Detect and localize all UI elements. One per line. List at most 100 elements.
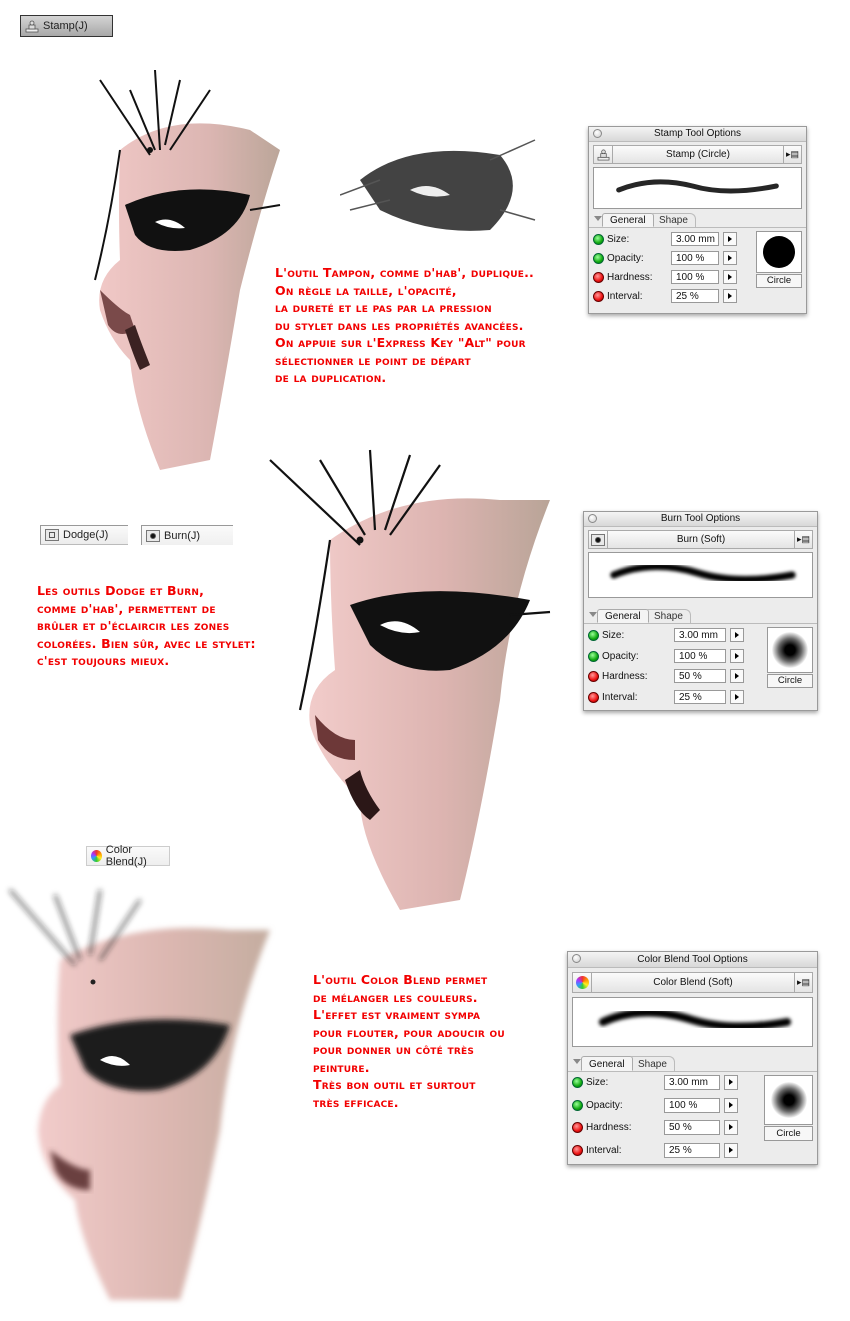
dodge-icon [45,529,59,541]
tab-shape[interactable]: Shape [652,213,696,227]
interval-row: Interval: 25 % [588,689,744,710]
size-input[interactable]: 3.00 mm [671,232,719,246]
pressure-red-icon[interactable] [588,671,599,682]
panel-title-bar[interactable]: Color Blend Tool Options [568,952,817,968]
preset-selector[interactable]: Color Blend (Soft) ▸▤ [572,972,813,993]
tab-shape[interactable]: Shape [647,609,691,623]
opacity-input[interactable]: 100 % [664,1097,720,1113]
size-input[interactable]: 3.00 mm [674,628,726,642]
panel-title-bar[interactable]: Stamp Tool Options [589,127,806,142]
size-arrow-button[interactable] [724,1075,738,1090]
collapse-triangle-icon[interactable] [573,1059,581,1064]
pressure-green-icon[interactable] [593,253,604,264]
interval-input[interactable]: 25 % [664,1142,720,1158]
stamp-tool-label: Stamp(J) [43,20,88,32]
stamp-icon [25,20,39,33]
close-icon[interactable] [588,514,597,523]
hardness-input[interactable]: 100 % [671,270,719,284]
color-blend-tool-label: Color Blend(J) [105,844,147,868]
tip-shape-button[interactable]: Circle [767,674,813,688]
stroke-preview [572,997,813,1047]
pressure-red-icon[interactable] [593,272,604,283]
interval-arrow-button[interactable] [724,1142,738,1158]
opacity-arrow-button[interactable] [730,648,744,663]
panel-menu-icon[interactable]: ▸▤ [794,973,812,992]
preset-name: Burn (Soft) [676,534,726,545]
soft-circle-tip-icon [772,632,808,668]
panel-menu-icon[interactable]: ▸▤ [794,531,812,548]
interval-row: Interval: 25 % [572,1142,738,1165]
dodge-tool-label: Dodge(J) [63,529,109,541]
pressure-red-icon[interactable] [588,691,599,703]
hardness-row: Hardness: 50 % [588,668,744,689]
tab-shape[interactable]: Shape [631,1056,675,1071]
stroke-preview [588,552,813,598]
pressure-red-icon[interactable] [593,291,604,302]
collapse-triangle-icon[interactable] [594,216,602,221]
burn-tool-label: Burn(J) [164,529,201,542]
pressure-green-icon[interactable] [588,630,599,641]
dodge-burn-caption: Les outils Dodge et Burn, comme d'hab', … [37,583,256,668]
tip-shape-button[interactable]: Circle [764,1126,813,1141]
size-label: Size: [607,234,630,245]
hardness-input[interactable]: 50 % [664,1120,720,1135]
pressure-red-icon[interactable] [572,1144,583,1156]
interval-input[interactable]: 25 % [671,289,719,303]
burn-face-illustration [269,449,551,910]
panel-title: Burn Tool Options [660,513,741,524]
tab-general[interactable]: General [602,213,654,227]
pressure-red-icon[interactable] [572,1122,583,1133]
size-input[interactable]: 3.00 mm [664,1075,720,1090]
preset-selector[interactable]: Burn (Soft) ▸▤ [588,530,813,549]
tab-general[interactable]: General [597,609,649,623]
collapse-triangle-icon[interactable] [589,612,597,617]
opacity-label: Opacity: [607,253,644,264]
interval-label: Interval: [602,691,638,703]
hardness-input[interactable]: 50 % [674,669,726,683]
opacity-input[interactable]: 100 % [671,251,719,265]
color-blend-face-illustration [9,889,270,1300]
pressure-green-icon[interactable] [572,1099,583,1111]
color-blend-icon [91,850,102,862]
hardness-label: Hardness: [607,272,653,283]
eye-detail-illustration [340,139,536,231]
pressure-green-icon[interactable] [593,234,604,245]
color-blend-caption: L'outil Color Blend permet de mélanger l… [313,972,505,1110]
panel-menu-icon[interactable]: ▸▤ [783,146,801,163]
opacity-row: Opacity: 100 % [572,1097,738,1120]
hardness-arrow-button[interactable] [723,270,737,284]
close-icon[interactable] [572,954,581,963]
hardness-arrow-button[interactable] [730,669,744,683]
opacity-row: Opacity: 100 % [588,648,744,669]
interval-label: Interval: [586,1144,622,1156]
opacity-row: Opacity: 100 % [593,250,743,269]
hardness-label: Hardness: [602,671,648,682]
opacity-arrow-button[interactable] [723,251,737,265]
opacity-input[interactable]: 100 % [674,648,726,663]
size-row: Size: 3.00 mm [593,231,743,250]
interval-arrow-button[interactable] [723,289,737,303]
pressure-green-icon[interactable] [588,650,599,662]
interval-arrow-button[interactable] [730,689,744,704]
panel-title-bar[interactable]: Burn Tool Options [584,512,817,527]
panel-title: Color Blend Tool Options [637,954,748,965]
size-arrow-button[interactable] [730,628,744,642]
color-blend-tool-button[interactable]: Color Blend(J) [86,844,170,868]
close-icon[interactable] [593,129,602,138]
burn-tool-button[interactable]: Burn(J) [141,525,233,545]
hardness-arrow-button[interactable] [724,1120,738,1135]
preset-selector[interactable]: Stamp (Circle) ▸▤ [593,145,802,164]
brush-tip-preview [764,1075,813,1125]
burn-icon [146,529,160,542]
brush-tip-preview [767,627,813,673]
size-arrow-button[interactable] [723,232,737,246]
dodge-tool-button[interactable]: Dodge(J) [40,525,128,545]
interval-input[interactable]: 25 % [674,689,726,704]
preset-name: Stamp (Circle) [666,149,730,160]
tab-general[interactable]: General [581,1056,633,1071]
pressure-green-icon[interactable] [572,1077,583,1088]
opacity-arrow-button[interactable] [724,1097,738,1113]
stamp-tool-button[interactable]: Stamp(J) [20,15,113,37]
brush-tip-preview [756,231,802,273]
tip-shape-button[interactable]: Circle [756,274,802,288]
